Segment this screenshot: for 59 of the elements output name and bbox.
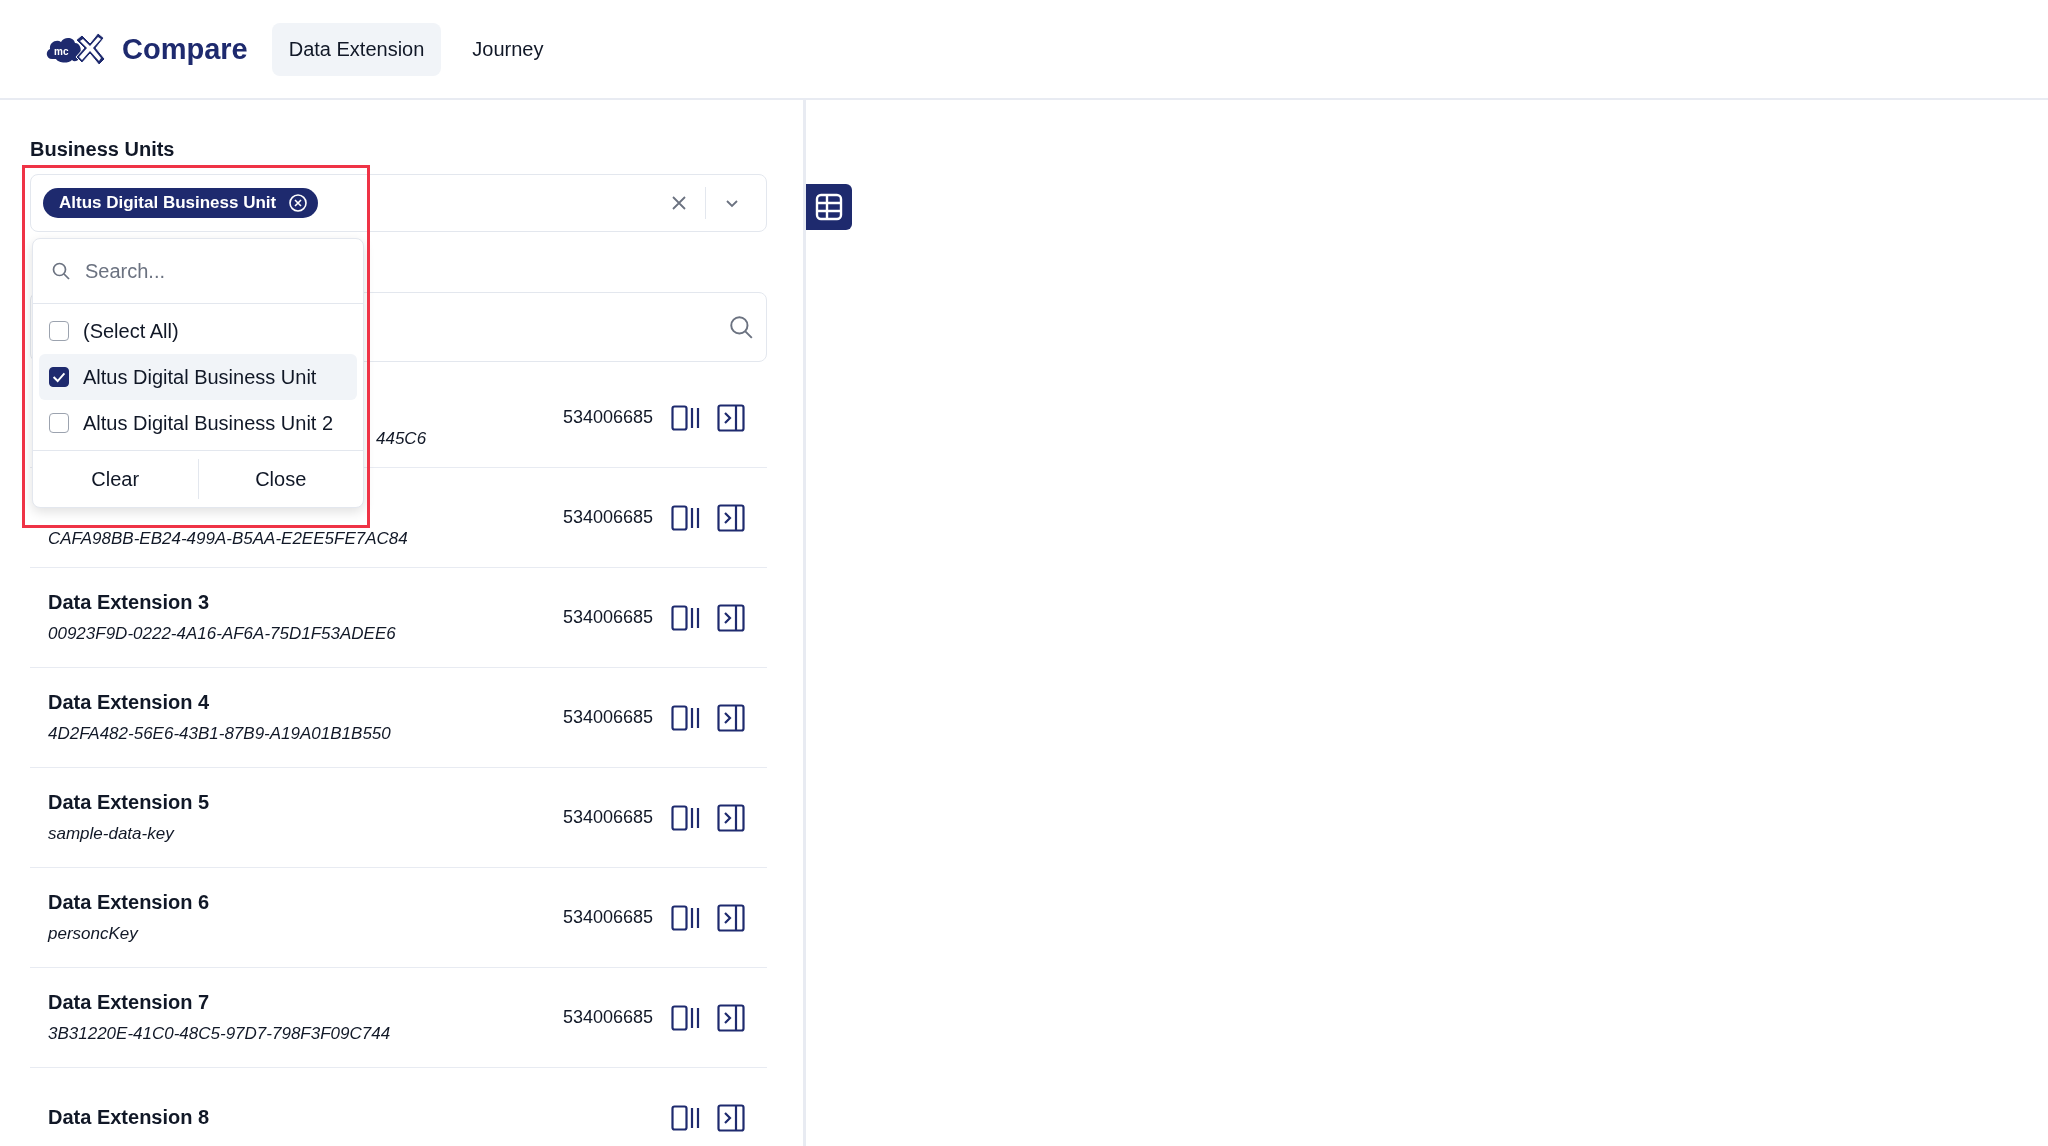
search-field[interactable]: Search... <box>83 258 317 284</box>
search-icon <box>51 261 71 281</box>
columns-icon[interactable] <box>671 1004 701 1031</box>
table-icon <box>815 193 843 221</box>
option-item[interactable]: (Select All) <box>39 308 357 354</box>
data-extension-name: Data Extension 5 <box>48 791 211 814</box>
columns-icon[interactable] <box>671 704 701 731</box>
expand-panel-icon[interactable] <box>717 403 745 432</box>
data-extension-key: 445C6 <box>376 428 427 449</box>
columns-icon[interactable] <box>671 604 701 631</box>
checkbox[interactable] <box>49 367 69 387</box>
business-unit-id: 534006685 <box>562 707 653 728</box>
business-unit-id: 534006685 <box>562 607 653 628</box>
option-label: (Select All) <box>83 319 179 343</box>
columns-icon[interactable] <box>671 904 701 931</box>
business-unit-id: 534006685 <box>562 907 653 928</box>
business-unit-select[interactable]: Altus Digital Business Unit <box>30 174 767 232</box>
data-extension-name: Data Extension 4 <box>48 691 211 714</box>
business-unit-id: 534006685 <box>562 407 653 428</box>
data-extension-name: Data Extension 6 <box>48 891 211 914</box>
data-extension-key: 4D2FA482-56E6-43B1-87B9-A19A01B1B550 <box>48 724 391 744</box>
data-extension-key: 3B31220E-41C0-48C5-97D7-798F3F09C744 <box>48 1024 391 1044</box>
business-unit-id: 534006685 <box>562 1007 653 1028</box>
checkbox[interactable] <box>49 321 69 341</box>
option-label: Altus Digital Business Unit 2 <box>83 411 334 435</box>
data-extension-name: Data Extension 8 <box>48 1106 211 1129</box>
nav-tab[interactable]: Data Extension <box>271 22 442 76</box>
clear-button[interactable]: Clear <box>33 459 198 499</box>
data-extension-key: personcKey <box>48 924 138 944</box>
remove-icon[interactable] <box>288 193 309 213</box>
data-extension-key: CAFA98BB-EB24-499A-B5AA-E2EE5FE7AC84 <box>48 528 408 549</box>
table-view-button[interactable] <box>806 184 852 230</box>
search-icon <box>728 314 754 340</box>
columns-icon[interactable] <box>671 404 701 431</box>
section-label: Business Units <box>30 138 176 161</box>
option-label: Altus Digital Business Unit <box>83 365 317 389</box>
columns-icon[interactable] <box>671 504 701 531</box>
data-extension-key: sample-data-key <box>48 824 174 844</box>
expand-panel-icon[interactable] <box>717 603 745 632</box>
expand-panel-icon[interactable] <box>717 803 745 832</box>
business-unit-id: 534006685 <box>562 807 653 828</box>
expand-panel-icon[interactable] <box>717 503 745 532</box>
columns-icon[interactable] <box>671 1104 701 1131</box>
nav-tab[interactable]: Journey <box>455 22 561 76</box>
expand-panel-icon[interactable] <box>717 1103 745 1132</box>
chip-label: Altus Digital Business Unit <box>59 193 277 213</box>
checkbox[interactable] <box>49 413 69 433</box>
columns-icon[interactable] <box>671 804 701 831</box>
expand-panel-icon[interactable] <box>717 903 745 932</box>
option-item[interactable]: Altus Digital Business Unit <box>39 354 357 400</box>
data-extension-key: 00923F9D-0222-4A16-AF6A-75D1F53ADEE6 <box>48 624 396 644</box>
expand-panel-icon[interactable] <box>717 1003 745 1032</box>
data-extension-name: Data Extension 3 <box>48 591 211 614</box>
option-item[interactable]: Altus Digital Business Unit 2 <box>39 400 357 446</box>
data-extension-name: Data Extension 7 <box>48 991 211 1014</box>
close-button[interactable]: Close <box>197 459 363 499</box>
app-title: Compare <box>122 32 248 66</box>
business-unit-id: 534006685 <box>562 507 653 528</box>
expand-panel-icon[interactable] <box>717 703 745 732</box>
